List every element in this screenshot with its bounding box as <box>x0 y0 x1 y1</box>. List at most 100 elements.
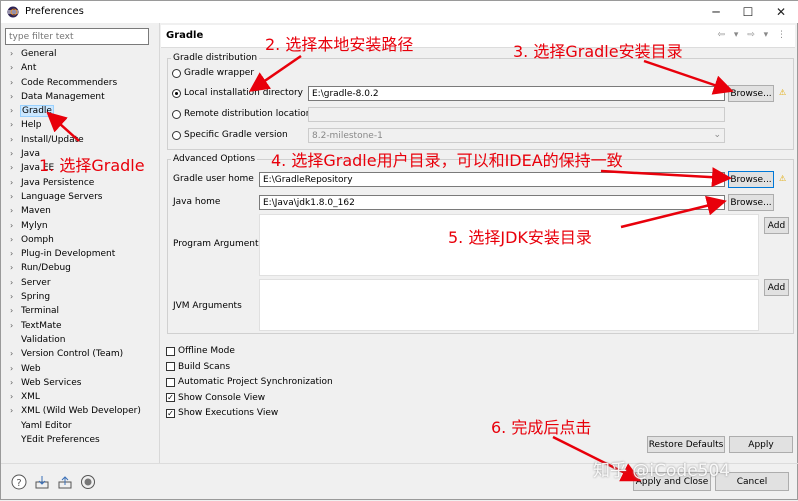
tree-item-xml-wild-web-developer[interactable]: › XML (Wild Web Developer) <box>5 404 155 418</box>
expand-chevron-icon[interactable]: › <box>10 261 13 275</box>
radio-specific-version[interactable]: Specific Gradle version <box>172 130 288 140</box>
expand-chevron-icon[interactable]: › <box>10 304 13 318</box>
jvm-arguments-label: JVM Arguments <box>173 301 242 311</box>
expand-chevron-icon[interactable]: › <box>10 290 13 304</box>
expand-chevron-icon[interactable]: › <box>10 204 13 218</box>
window-title: Preferences <box>25 6 84 17</box>
tree-item-label: Java <box>21 149 41 160</box>
tree-item-data-management[interactable]: › Data Management <box>5 90 155 104</box>
tree-item-yaml-editor[interactable]: Yaml Editor <box>5 419 155 433</box>
browse-local-button[interactable]: Browse... <box>728 85 774 102</box>
close-button[interactable]: ✕ <box>766 1 796 23</box>
tree-item-label: Code Recommenders <box>21 77 118 88</box>
tree-item-label: Mylyn <box>21 220 48 231</box>
browse-java-home-button[interactable]: Browse... <box>728 194 774 211</box>
annotation-step5: 5. 选择JDK安装目录 <box>448 228 592 247</box>
oomph-record-icon[interactable] <box>80 474 96 490</box>
tree-item-yedit-preferences[interactable]: YEdit Preferences <box>5 433 155 447</box>
expand-chevron-icon[interactable]: › <box>10 147 13 161</box>
tree-item-label: General <box>21 49 57 59</box>
tree-item-version-control-team[interactable]: › Version Control (Team) <box>5 347 155 361</box>
tree-item-validation[interactable]: Validation <box>5 333 155 347</box>
tree-item-maven[interactable]: › Maven <box>5 204 155 218</box>
tree-item-gradle[interactable]: › Gradle <box>5 104 155 118</box>
expand-chevron-icon[interactable]: › <box>10 161 13 175</box>
expand-chevron-icon[interactable]: › <box>10 104 13 118</box>
add-jvm-argument-button[interactable]: Add <box>764 279 789 296</box>
browse-user-home-button[interactable]: Browse... <box>728 171 774 188</box>
expand-chevron-icon[interactable]: › <box>10 362 13 376</box>
tree-item-oomph[interactable]: › Oomph <box>5 233 155 247</box>
help-icon[interactable]: ? <box>11 474 27 490</box>
tree-item-label: Java Persistence <box>21 177 95 188</box>
expand-chevron-icon[interactable]: › <box>10 247 13 261</box>
tree-item-mylyn[interactable]: › Mylyn <box>5 219 155 233</box>
tree-item-server[interactable]: › Server <box>5 276 155 290</box>
expand-chevron-icon[interactable]: › <box>10 190 13 204</box>
checkbox-label: Offline Mode <box>178 346 235 356</box>
import-icon[interactable] <box>34 474 50 490</box>
tree-item-textmate[interactable]: › TextMate <box>5 319 155 333</box>
radio-remote-distribution[interactable]: Remote distribution location <box>172 109 311 119</box>
tree-item-web-services[interactable]: › Web Services <box>5 376 155 390</box>
remote-distribution-field[interactable] <box>308 107 725 122</box>
tree-item-label: Maven <box>21 206 51 217</box>
expand-chevron-icon[interactable]: › <box>10 404 13 418</box>
tree-item-general[interactable]: › General <box>5 47 155 61</box>
local-installation-field[interactable]: E:\gradle-8.0.2 <box>308 86 725 101</box>
expand-chevron-icon[interactable]: › <box>10 118 13 132</box>
expand-chevron-icon[interactable]: › <box>10 90 13 104</box>
advanced-options-label: Advanced Options <box>171 154 258 164</box>
tree-item-web[interactable]: › Web <box>5 362 155 376</box>
tree-item-xml[interactable]: › XML <box>5 390 155 404</box>
tree-item-language-servers[interactable]: › Language Servers <box>5 190 155 204</box>
expand-chevron-icon[interactable]: › <box>10 319 13 333</box>
jvm-arguments-list[interactable] <box>259 279 759 331</box>
sash-divider[interactable] <box>159 23 160 463</box>
expand-chevron-icon[interactable]: › <box>10 276 13 290</box>
tree-item-plug-in-development[interactable]: › Plug-in Development <box>5 247 155 261</box>
checkbox-automatic-project-synchronization[interactable]: Automatic Project Synchronization <box>166 377 333 387</box>
tree-item-label: Plug-in Development <box>21 249 116 260</box>
expand-chevron-icon[interactable]: › <box>10 233 13 247</box>
tree-item-run-debug[interactable]: › Run/Debug <box>5 261 155 275</box>
tree-item-ant[interactable]: › Ant <box>5 61 155 75</box>
tree-item-terminal[interactable]: › Terminal <box>5 304 155 318</box>
expand-chevron-icon[interactable]: › <box>10 133 13 147</box>
tree-item-spring[interactable]: › Spring <box>5 290 155 304</box>
expand-chevron-icon[interactable]: › <box>10 376 13 390</box>
add-program-argument-button[interactable]: Add <box>764 217 789 234</box>
tree-item-label: Ant <box>21 63 37 74</box>
export-icon[interactable] <box>57 474 73 490</box>
tree-item-java-persistence[interactable]: › Java Persistence <box>5 176 155 190</box>
expand-chevron-icon[interactable]: › <box>10 47 13 61</box>
expand-chevron-icon[interactable]: › <box>10 347 13 361</box>
tree-item-help[interactable]: › Help <box>5 118 155 132</box>
restore-defaults-button[interactable]: Restore Defaults <box>647 436 725 453</box>
minimize-button[interactable]: ─ <box>701 1 731 23</box>
expand-chevron-icon[interactable]: › <box>10 61 13 75</box>
checkbox-show-executions-view[interactable]: ✓ Show Executions View <box>166 408 278 418</box>
apply-button[interactable]: Apply <box>729 436 793 453</box>
maximize-button[interactable]: ☐ <box>733 1 763 23</box>
expand-chevron-icon[interactable]: › <box>10 219 13 233</box>
annotation-step2: 2. 选择本地安装路径 <box>265 35 414 54</box>
specific-version-select[interactable]: 8.2-milestone-1 ⌄ <box>308 128 725 143</box>
checkbox-build-scans[interactable]: Build Scans <box>166 362 230 372</box>
radio-gradle-wrapper[interactable]: Gradle wrapper <box>172 68 254 78</box>
gradle-user-home-field[interactable]: E:\GradleRepository <box>259 172 725 187</box>
tree-item-install-update[interactable]: › Install/Update <box>5 133 155 147</box>
checkbox-offline-mode[interactable]: Offline Mode <box>166 346 235 356</box>
expand-chevron-icon[interactable]: › <box>10 176 13 190</box>
java-home-field[interactable]: E:\Java\jdk1.8.0_162 <box>259 195 725 210</box>
page-nav-arrows-icon[interactable]: ⇦ ▾ ⇨ ▾ ⋮ <box>717 30 789 40</box>
expand-chevron-icon[interactable]: › <box>10 390 13 404</box>
page-title: Gradle <box>166 30 204 41</box>
tree-item-label: Language Servers <box>21 191 103 202</box>
checkmark-icon: ✓ <box>166 408 175 418</box>
filter-input[interactable] <box>5 28 149 45</box>
expand-chevron-icon[interactable]: › <box>10 76 13 90</box>
checkbox-show-console-view[interactable]: ✓ Show Console View <box>166 393 265 403</box>
radio-local-installation[interactable]: Local installation directory <box>172 88 303 98</box>
tree-item-code-recommenders[interactable]: › Code Recommenders <box>5 76 155 90</box>
